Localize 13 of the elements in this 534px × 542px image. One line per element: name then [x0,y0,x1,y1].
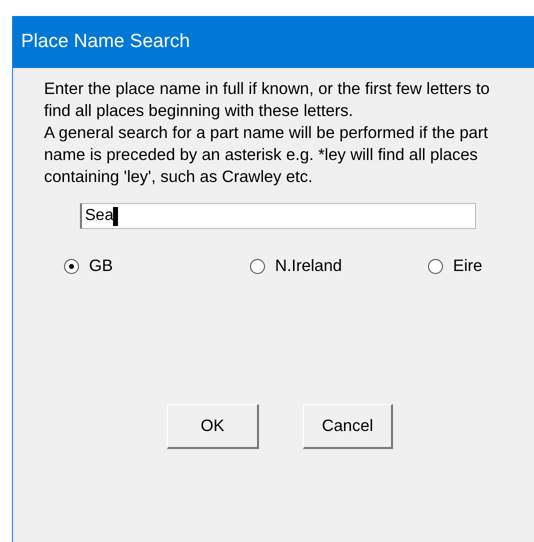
radio-label[interactable]: GB [89,256,113,276]
radio-label[interactable]: Eire [453,256,482,276]
radio-button[interactable] [250,258,265,274]
search-field[interactable]: Sea [80,203,476,229]
radio-button[interactable] [428,258,443,274]
instruction-text: Enter the place name in full if known, or the first few letters to find all places beginning with these letters. [44,79,491,122]
ok-button[interactable]: OK [167,404,259,449]
instruction-text: A general search for a part name will be performed if the part name is preceded by an asterisk e.g. *ley will find all places containing 'ley', such as Crawley etc. [44,123,489,188]
text-cursor [113,206,118,226]
radio-label[interactable]: N.Ireland [275,256,342,276]
cancel-button[interactable]: Cancel [303,404,393,449]
radio-button[interactable] [64,258,79,274]
window-title: Place Name Search [21,31,190,53]
